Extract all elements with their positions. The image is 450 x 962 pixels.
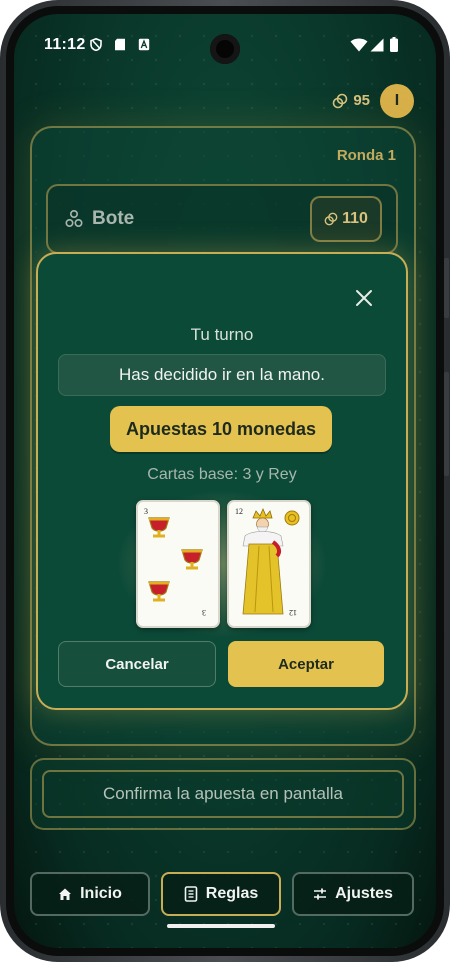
screen: 11:12 95 I Ronda 1 Bote 110 Tu turno Has… (14, 14, 436, 948)
nav-ajustes[interactable]: Ajustes (292, 872, 414, 916)
coin-counter: 95 (332, 92, 370, 109)
svg-text:3: 3 (202, 608, 206, 617)
signal-icon (370, 38, 384, 52)
bet-amount-badge: Apuestas 10 monedas (110, 406, 332, 452)
battery-icon (390, 37, 398, 52)
round-label: Ronda 1 (336, 147, 396, 164)
coins-icon (324, 212, 338, 226)
decision-message: Has decidido ir en la mano. (58, 354, 386, 396)
card-rey-oros: 12 12 (227, 500, 311, 628)
svg-text:12: 12 (235, 507, 243, 516)
turn-dialog: Tu turno Has decidido ir en la mano. Apu… (36, 252, 408, 710)
book-icon (184, 886, 198, 902)
coin-stack-icon (65, 210, 83, 228)
nav-inicio-label: Inicio (80, 885, 122, 902)
coin-count: 95 (353, 92, 370, 109)
king-figure-icon: 12 12 (235, 507, 300, 617)
nav-reglas-label: Reglas (205, 885, 259, 902)
confirm-bet-button[interactable]: Confirma la apuesta en pantalla (42, 770, 404, 818)
svg-text:3: 3 (144, 507, 148, 516)
dialog-title: Tu turno (190, 325, 254, 344)
svg-text:12: 12 (289, 608, 297, 617)
volume-button (444, 258, 449, 318)
cancel-button[interactable]: Cancelar (58, 641, 216, 687)
wifi-icon (350, 38, 368, 52)
home-icon (59, 888, 72, 900)
accept-button[interactable]: Aceptar (228, 641, 384, 687)
coins-icon (333, 93, 348, 108)
sd-card-icon (115, 38, 125, 51)
sliders-icon (314, 888, 327, 900)
nav-inicio[interactable]: Inicio (30, 872, 150, 916)
confirm-panel: Confirma la apuesta en pantalla (30, 758, 416, 830)
avatar[interactable]: I (380, 84, 414, 118)
shield-icon (90, 38, 102, 51)
nav-ajustes-label: Ajustes (335, 885, 393, 902)
front-camera (210, 34, 240, 64)
nav-reglas[interactable]: Reglas (161, 872, 281, 916)
home-indicator[interactable] (167, 924, 275, 928)
pot-label: Bote (92, 208, 135, 229)
base-cards-label: Cartas base: 3 y Rey (147, 466, 297, 483)
card-3-copas: 3 3 (136, 500, 220, 628)
pot-amount: 110 (342, 210, 368, 227)
pot-panel: Bote 110 (46, 184, 398, 254)
status-time: 11:12 (44, 36, 86, 53)
power-button (444, 372, 449, 476)
phone-frame: 11:12 95 I Ronda 1 Bote 110 Tu turno Has… (0, 0, 450, 962)
font-icon (138, 38, 150, 51)
pot-amount-badge: 110 (310, 196, 382, 242)
close-icon[interactable] (354, 288, 374, 308)
cup-suit-icon: 3 3 (144, 507, 206, 617)
